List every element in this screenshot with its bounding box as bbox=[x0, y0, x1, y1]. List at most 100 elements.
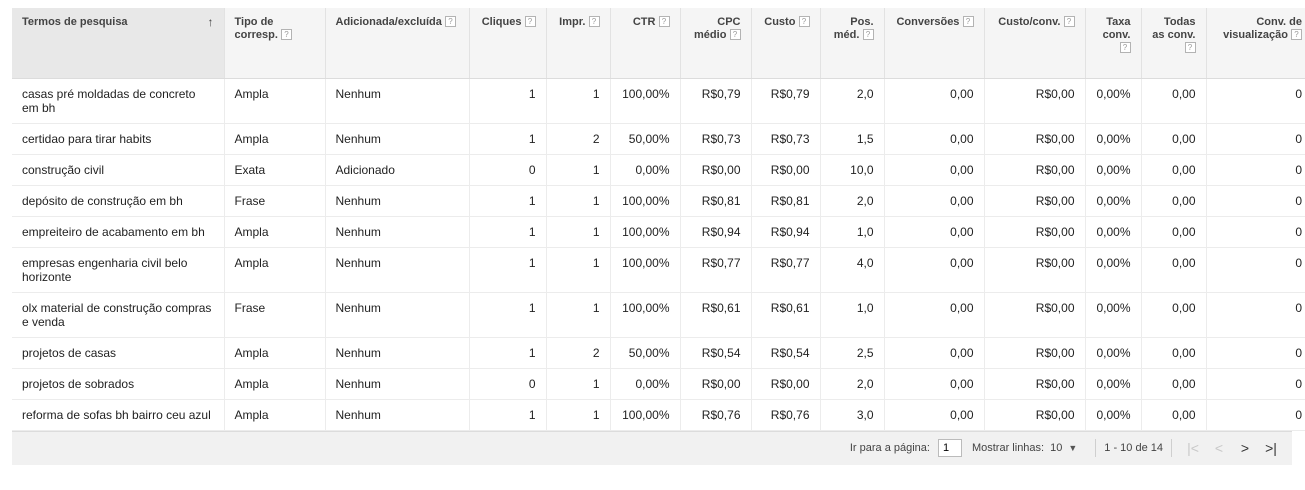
column-header[interactable]: Custo ? bbox=[751, 8, 821, 79]
previous-page-icon[interactable]: < bbox=[1206, 440, 1232, 456]
help-icon[interactable]: ? bbox=[1063, 16, 1075, 27]
column-header-label: Taxa conv. bbox=[1102, 16, 1131, 41]
table-cell: R$0,00 bbox=[984, 368, 1086, 400]
table-cell: 0,00 bbox=[1141, 292, 1207, 338]
table-cell: Ampla bbox=[224, 247, 326, 293]
table-row: projetos de casas Ampla Nenhum 1 2 50,00% R$0,… bbox=[12, 337, 1305, 369]
help-icon[interactable]: ? bbox=[588, 16, 600, 27]
page-range-text: 1 - 10 de 14 bbox=[1104, 442, 1163, 454]
search-term-cell: projetos de casas bbox=[12, 337, 225, 369]
table-cell: 50,00% bbox=[610, 337, 681, 369]
table-cell: 0,00 bbox=[884, 123, 985, 155]
column-header[interactable]: Adicionada/excluída ? bbox=[325, 8, 470, 79]
column-header-label: Conversões bbox=[896, 16, 960, 28]
table-cell: 1 bbox=[469, 247, 547, 293]
table-cell: 2 bbox=[546, 123, 611, 155]
table-cell: R$0,00 bbox=[984, 154, 1086, 186]
table-cell: 0,00 bbox=[1141, 368, 1207, 400]
table-cell: 0 bbox=[1206, 399, 1305, 431]
table-cell: 1 bbox=[546, 216, 611, 248]
column-header[interactable]: Conv. de visualização ? bbox=[1206, 8, 1305, 79]
column-header[interactable]: Todas as conv. ? bbox=[1141, 8, 1207, 79]
table-cell: 0,00 bbox=[884, 247, 985, 293]
search-term-cell: reforma de sofas bh bairro ceu azul bbox=[12, 399, 225, 431]
table-cell: 0,00 bbox=[1141, 337, 1207, 369]
column-header[interactable]: ↑ Termos de pesquisa bbox=[12, 8, 225, 79]
table-cell: 0 bbox=[1206, 154, 1305, 186]
table-cell: Ampla bbox=[224, 337, 326, 369]
table-cell: 0,00 bbox=[1141, 185, 1207, 217]
table-cell: 1 bbox=[546, 247, 611, 293]
table-cell: 1 bbox=[546, 78, 611, 124]
help-icon[interactable]: ? bbox=[658, 16, 670, 27]
help-icon[interactable]: ? bbox=[962, 16, 974, 27]
table-cell: 1 bbox=[546, 185, 611, 217]
help-icon[interactable]: ? bbox=[1291, 29, 1302, 40]
last-page-icon[interactable]: >| bbox=[1258, 440, 1284, 456]
table-cell: R$0,79 bbox=[680, 78, 752, 124]
help-icon[interactable]: ? bbox=[1119, 42, 1131, 53]
table-cell: R$0,00 bbox=[984, 78, 1086, 124]
next-page-icon[interactable]: > bbox=[1232, 440, 1258, 456]
table-cell: R$0,00 bbox=[984, 292, 1086, 338]
help-icon[interactable]: ? bbox=[280, 29, 292, 40]
table-cell: 0,00% bbox=[1085, 368, 1142, 400]
table-cell: Ampla bbox=[224, 399, 326, 431]
table-cell: R$0,00 bbox=[984, 247, 1086, 293]
table-cell: 2,0 bbox=[820, 78, 885, 124]
table-cell: R$0,73 bbox=[680, 123, 752, 155]
table-cell: 1 bbox=[469, 123, 547, 155]
column-header[interactable]: CPC médio ? bbox=[680, 8, 752, 79]
column-header[interactable]: Pos. méd. ? bbox=[820, 8, 885, 79]
help-icon[interactable]: ? bbox=[444, 16, 456, 27]
column-header-label: Impr. bbox=[559, 16, 586, 28]
table-cell: R$0,00 bbox=[984, 399, 1086, 431]
column-header[interactable]: Impr. ? bbox=[546, 8, 611, 79]
table-cell: 0,00 bbox=[1141, 78, 1207, 124]
table-cell: 0,00 bbox=[1141, 123, 1207, 155]
first-page-icon[interactable]: |< bbox=[1180, 440, 1206, 456]
column-header[interactable]: CTR ? bbox=[610, 8, 681, 79]
table-cell: 2,0 bbox=[820, 368, 885, 400]
table-cell: Nenhum bbox=[325, 123, 470, 155]
table-cell: 4,0 bbox=[820, 247, 885, 293]
page-number-input[interactable] bbox=[937, 439, 962, 457]
table-cell: 2,0 bbox=[820, 185, 885, 217]
column-header[interactable]: Cliques ? bbox=[469, 8, 547, 79]
search-terms-report: ↑ Termos de pesquisa Tipo de corresp. ? Adi… bbox=[12, 8, 1305, 465]
table-cell: 0,00 bbox=[884, 185, 985, 217]
table-row: olx material de construção compras e ven… bbox=[12, 292, 1305, 338]
help-icon[interactable]: ? bbox=[862, 29, 874, 40]
table-row: reforma de sofas bh bairro ceu azul Ampla… bbox=[12, 399, 1305, 431]
table-cell: 0 bbox=[1206, 185, 1305, 217]
column-header-label: Adicionada/excluída bbox=[335, 16, 442, 28]
table-cell: Frase bbox=[224, 292, 326, 338]
table-cell: 1,0 bbox=[820, 292, 885, 338]
search-term-cell: certidao para tirar habits bbox=[12, 123, 225, 155]
table-cell: 0,00 bbox=[1141, 154, 1207, 186]
table-cell: Nenhum bbox=[325, 185, 470, 217]
table-cell: R$0,61 bbox=[751, 292, 821, 338]
help-icon[interactable]: ? bbox=[524, 16, 536, 27]
table-cell: 0,00% bbox=[1085, 337, 1142, 369]
search-terms-table: ↑ Termos de pesquisa Tipo de corresp. ? Adi… bbox=[12, 8, 1305, 431]
column-header[interactable]: Custo/conv. ? bbox=[984, 8, 1086, 79]
help-icon[interactable]: ? bbox=[798, 16, 810, 27]
search-term-cell: casas pré moldadas de concreto em bh bbox=[12, 78, 225, 124]
table-cell: Ampla bbox=[224, 123, 326, 155]
table-cell: 1 bbox=[469, 185, 547, 217]
column-header[interactable]: Tipo de corresp. ? bbox=[224, 8, 326, 79]
table-cell: 0,00 bbox=[884, 292, 985, 338]
column-header[interactable]: Taxa conv. ? bbox=[1085, 8, 1142, 79]
table-cell: R$0,54 bbox=[751, 337, 821, 369]
column-header[interactable]: Conversões ? bbox=[884, 8, 985, 79]
help-icon[interactable]: ? bbox=[1184, 42, 1196, 53]
rows-per-page-select[interactable]: 10 ▼ bbox=[1050, 442, 1077, 454]
show-rows-label: Mostrar linhas: bbox=[971, 442, 1045, 454]
table-row: certidao para tirar habits Ampla Nenhum 1 2 5… bbox=[12, 123, 1305, 155]
table-cell: 1 bbox=[469, 399, 547, 431]
help-icon[interactable]: ? bbox=[729, 29, 741, 40]
table-cell: 0,00 bbox=[1141, 247, 1207, 293]
table-cell: 0,00 bbox=[884, 337, 985, 369]
table-row: empresas engenharia civil belo horizonte… bbox=[12, 247, 1305, 293]
